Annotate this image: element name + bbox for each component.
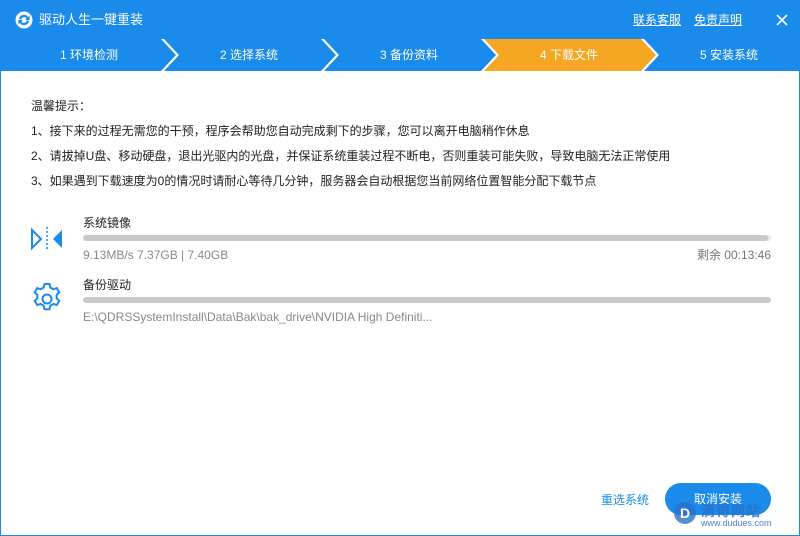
- tip-item-2: 2、请拔掉U盘、移动硬盘，退出光驱内的光盘，并保证系统重装过程不断电，否则重装可…: [31, 149, 671, 163]
- step-label-1: 1 环境检测: [59, 48, 118, 62]
- reselect-system-button[interactable]: 重选系统: [601, 492, 649, 508]
- time-remaining: 剩余 00:13:46: [696, 248, 771, 262]
- tips-section: 温馨提示： 1、接下来的过程无需您的干预，程序会帮助您自动完成剩下的步骤，您可以…: [31, 98, 781, 198]
- download-arrows-icon: [31, 227, 62, 251]
- task-name: 系统镜像: [83, 216, 132, 230]
- title-bar: 驱动人生一键重装 联系客服 免责声明: [1, 1, 799, 39]
- window-title: 驱动人生一键重装: [39, 12, 144, 27]
- task-driver-backup: 备份驱动 E:\QDRSSystemInstall\Data\Bak\bak_d…: [29, 277, 774, 327]
- watermark-logo-icon: D: [674, 502, 696, 524]
- disclaimer-link[interactable]: 免责声明: [694, 12, 742, 28]
- tip-item-1: 1、接下来的过程无需您的干预，程序会帮助您自动完成剩下的步骤，您可以离开电脑稍作…: [31, 124, 530, 138]
- progress-bar: [83, 297, 771, 303]
- download-detail: 9.13MB/s 7.37GB | 7.40GB: [83, 248, 229, 262]
- watermark-url: www.dudues.com: [701, 518, 772, 528]
- watermark: D 滴得网站 www.dudues.com: [673, 501, 795, 531]
- close-icon[interactable]: [773, 11, 791, 29]
- progress-bar: [83, 235, 771, 241]
- svg-text:D: D: [680, 505, 690, 521]
- backup-path: E:\QDRSSystemInstall\Data\Bak\bak_drive\…: [83, 310, 433, 324]
- tips-title: 温馨提示：: [31, 99, 92, 113]
- contact-support-link[interactable]: 联系客服: [633, 12, 681, 28]
- progress-fill: [83, 235, 769, 241]
- step-label-2: 2 选择系统: [219, 48, 278, 62]
- app-logo-icon: [15, 11, 33, 29]
- gear-icon: [33, 283, 61, 311]
- installer-window: 驱动人生一键重装 联系客服 免责声明 1 环境检测 2 选择系统 3 备份资料 …: [0, 0, 800, 536]
- step-label-3: 3 备份资料: [379, 48, 438, 62]
- steps-bar: 1 环境检测 2 选择系统 3 备份资料 4 下载文件 5 安装系统: [1, 39, 799, 71]
- task-system-image: 系统镜像 9.13MB/s 7.37GB | 7.40GB 剩余 00:13:4…: [29, 215, 774, 265]
- tip-item-3: 3、如果遇到下载速度为0的情况时请耐心等待几分钟，服务器会自动根据您当前网络位置…: [31, 174, 597, 188]
- task-name: 备份驱动: [83, 278, 132, 292]
- step-label-4: 4 下载文件: [539, 48, 598, 62]
- progress-fill: [83, 297, 771, 303]
- step-label-5: 5 安装系统: [699, 48, 758, 62]
